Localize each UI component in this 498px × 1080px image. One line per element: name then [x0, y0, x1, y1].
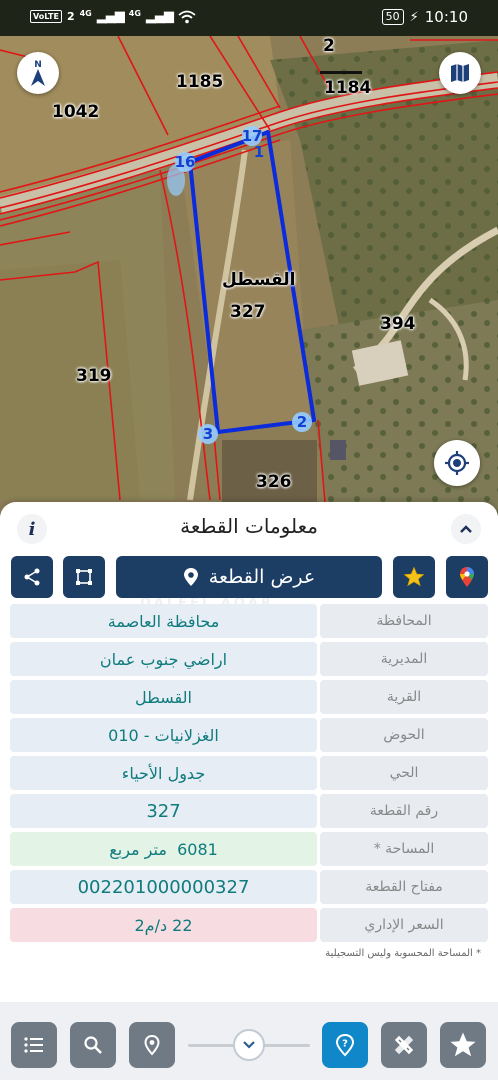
- row-admin-price: 22 د/م2 السعر الإداري: [10, 908, 488, 942]
- wifi-icon: [178, 10, 196, 23]
- parcel-key-value[interactable]: 002201000000327: [10, 870, 317, 904]
- area-label: المساحة *: [320, 832, 488, 866]
- basin-value: الغزلانيات - 010: [10, 718, 317, 752]
- village-label-cell: القرية: [320, 680, 488, 714]
- search-icon: [84, 1036, 102, 1054]
- google-maps-icon: [460, 567, 474, 587]
- row-parcel-key: 002201000000327 مفتاح القطعة: [10, 870, 488, 904]
- north-arrow-icon: N: [31, 60, 45, 86]
- parcel-key-label: مفتاح القطعة: [320, 870, 488, 904]
- parcel-number-1184: 1184: [324, 78, 372, 98]
- share-icon: [24, 568, 40, 586]
- parcel-attributes: محافظة العاصمة المحافظة اراضي جنوب عمان …: [10, 604, 488, 946]
- clock: 10:10: [424, 8, 468, 26]
- polygon-bounds-icon: [76, 569, 92, 585]
- parcel-number-1185: 1185: [176, 72, 224, 92]
- locate-button[interactable]: [434, 440, 480, 486]
- favorite-button[interactable]: [393, 556, 435, 598]
- location-pin-icon: [144, 1034, 160, 1056]
- map-layers-icon: [451, 64, 469, 82]
- row-village: القسطل القرية: [10, 680, 488, 714]
- action-bar: DALEEL AQAR عرض القطعة: [0, 556, 498, 611]
- neighborhood-value: جدول الأحياء: [10, 756, 317, 790]
- slider-knob[interactable]: [233, 1029, 265, 1061]
- gps-locate-icon: [445, 451, 469, 475]
- show-parcel-label: عرض القطعة: [208, 566, 316, 588]
- parcel-number-319: 319: [76, 366, 112, 386]
- parcel-divider: [320, 71, 362, 74]
- area-footnote: * المساحة المحسوبة وليس التسجيلية: [325, 948, 481, 959]
- battery-icon: 50: [381, 9, 404, 25]
- layers-button[interactable]: [439, 52, 481, 94]
- row-neighborhood: جدول الأحياء الحي: [10, 756, 488, 790]
- row-directorate: اراضي جنوب عمان المديرية: [10, 642, 488, 676]
- signal-2-icon: ▂▄▆: [145, 9, 174, 24]
- svg-text:?: ?: [342, 1039, 348, 1050]
- parcel-number-326: 326: [256, 472, 292, 492]
- governorate-value: محافظة العاصمة: [10, 604, 317, 638]
- chevron-down-icon: [243, 1041, 255, 1049]
- info-icon[interactable]: i: [17, 514, 47, 544]
- parcel-info-panel: i معلومات القطعة DALEEL AQAR عرض القطعة: [0, 502, 498, 1002]
- location-button[interactable]: [129, 1022, 175, 1068]
- status-left: VoLTE 2 4G ▂▄▆ 4G ▂▄▆: [30, 9, 196, 24]
- vertex-marker: 16: [174, 152, 196, 172]
- search-button[interactable]: [70, 1022, 116, 1068]
- list-icon: [24, 1037, 43, 1053]
- map-pin-icon: [183, 568, 198, 586]
- basin-label: الحوض: [320, 718, 488, 752]
- help-button[interactable]: ?: [322, 1022, 368, 1068]
- favorites-button[interactable]: [440, 1022, 486, 1068]
- signal-1-icon: ▂▄▆: [96, 9, 125, 24]
- village-label: القسطل: [222, 270, 296, 290]
- governorate-label: المحافظة: [320, 604, 488, 638]
- area-value: 6081 متر مربع: [10, 832, 317, 866]
- measure-icon: [394, 1035, 414, 1055]
- status-right: 50 ⚡ 10:10: [381, 8, 468, 26]
- admin-price-label: السعر الإداري: [320, 908, 488, 942]
- list-button[interactable]: [11, 1022, 57, 1068]
- signal-2-label: 4G: [128, 9, 141, 18]
- panel-title: معلومات القطعة: [180, 514, 318, 538]
- chevron-up-icon: [460, 525, 472, 533]
- parcel-number-value: 327: [10, 794, 317, 828]
- directorate-label: المديرية: [320, 642, 488, 676]
- directorate-value: اراضي جنوب عمان: [10, 642, 317, 676]
- share-button[interactable]: [11, 556, 53, 598]
- parcel-number-label: رقم القطعة: [320, 794, 488, 828]
- bottom-toolbar: ?: [0, 1002, 498, 1080]
- sim-label: 2: [66, 10, 75, 23]
- svg-text:N: N: [34, 60, 42, 70]
- village-value: القسطل: [10, 680, 317, 714]
- bounds-button[interactable]: [63, 556, 105, 598]
- parcel-number-selected[interactable]: 327: [230, 302, 266, 322]
- parcel-number-2: 2: [323, 36, 335, 56]
- map-view[interactable]: 2 1184 1185 1042 319 القسطل 327 326 394 …: [0, 36, 498, 516]
- vertex-marker: 3: [198, 424, 218, 444]
- row-parcel-number: 327 رقم القطعة: [10, 794, 488, 828]
- parcel-number-394: 394: [380, 314, 416, 334]
- star-icon: [450, 1032, 476, 1057]
- admin-price-value: 22 د/م2: [10, 908, 317, 942]
- row-governorate: محافظة العاصمة المحافظة: [10, 604, 488, 638]
- vertex-marker: 1: [253, 143, 265, 161]
- row-area: 6081 متر مربع المساحة *: [10, 832, 488, 866]
- charging-icon: ⚡: [409, 9, 419, 25]
- status-bar: VoLTE 2 4G ▂▄▆ 4G ▂▄▆ 50 ⚡ 10:10: [0, 0, 498, 36]
- volte-badge: VoLTE: [30, 10, 62, 23]
- google-maps-button[interactable]: [446, 556, 488, 598]
- measure-button[interactable]: [381, 1022, 427, 1068]
- signal-1-label: 4G: [79, 9, 92, 18]
- vertex-marker: 2: [292, 412, 312, 432]
- star-icon: [403, 566, 425, 587]
- show-parcel-button[interactable]: عرض القطعة: [116, 556, 382, 598]
- row-basin: الغزلانيات - 010 الحوض: [10, 718, 488, 752]
- parcel-number-1042: 1042: [52, 102, 100, 122]
- collapse-button[interactable]: [451, 514, 481, 544]
- help-icon: ?: [335, 1033, 355, 1057]
- neighborhood-label: الحي: [320, 756, 488, 790]
- compass-button[interactable]: N: [17, 52, 59, 94]
